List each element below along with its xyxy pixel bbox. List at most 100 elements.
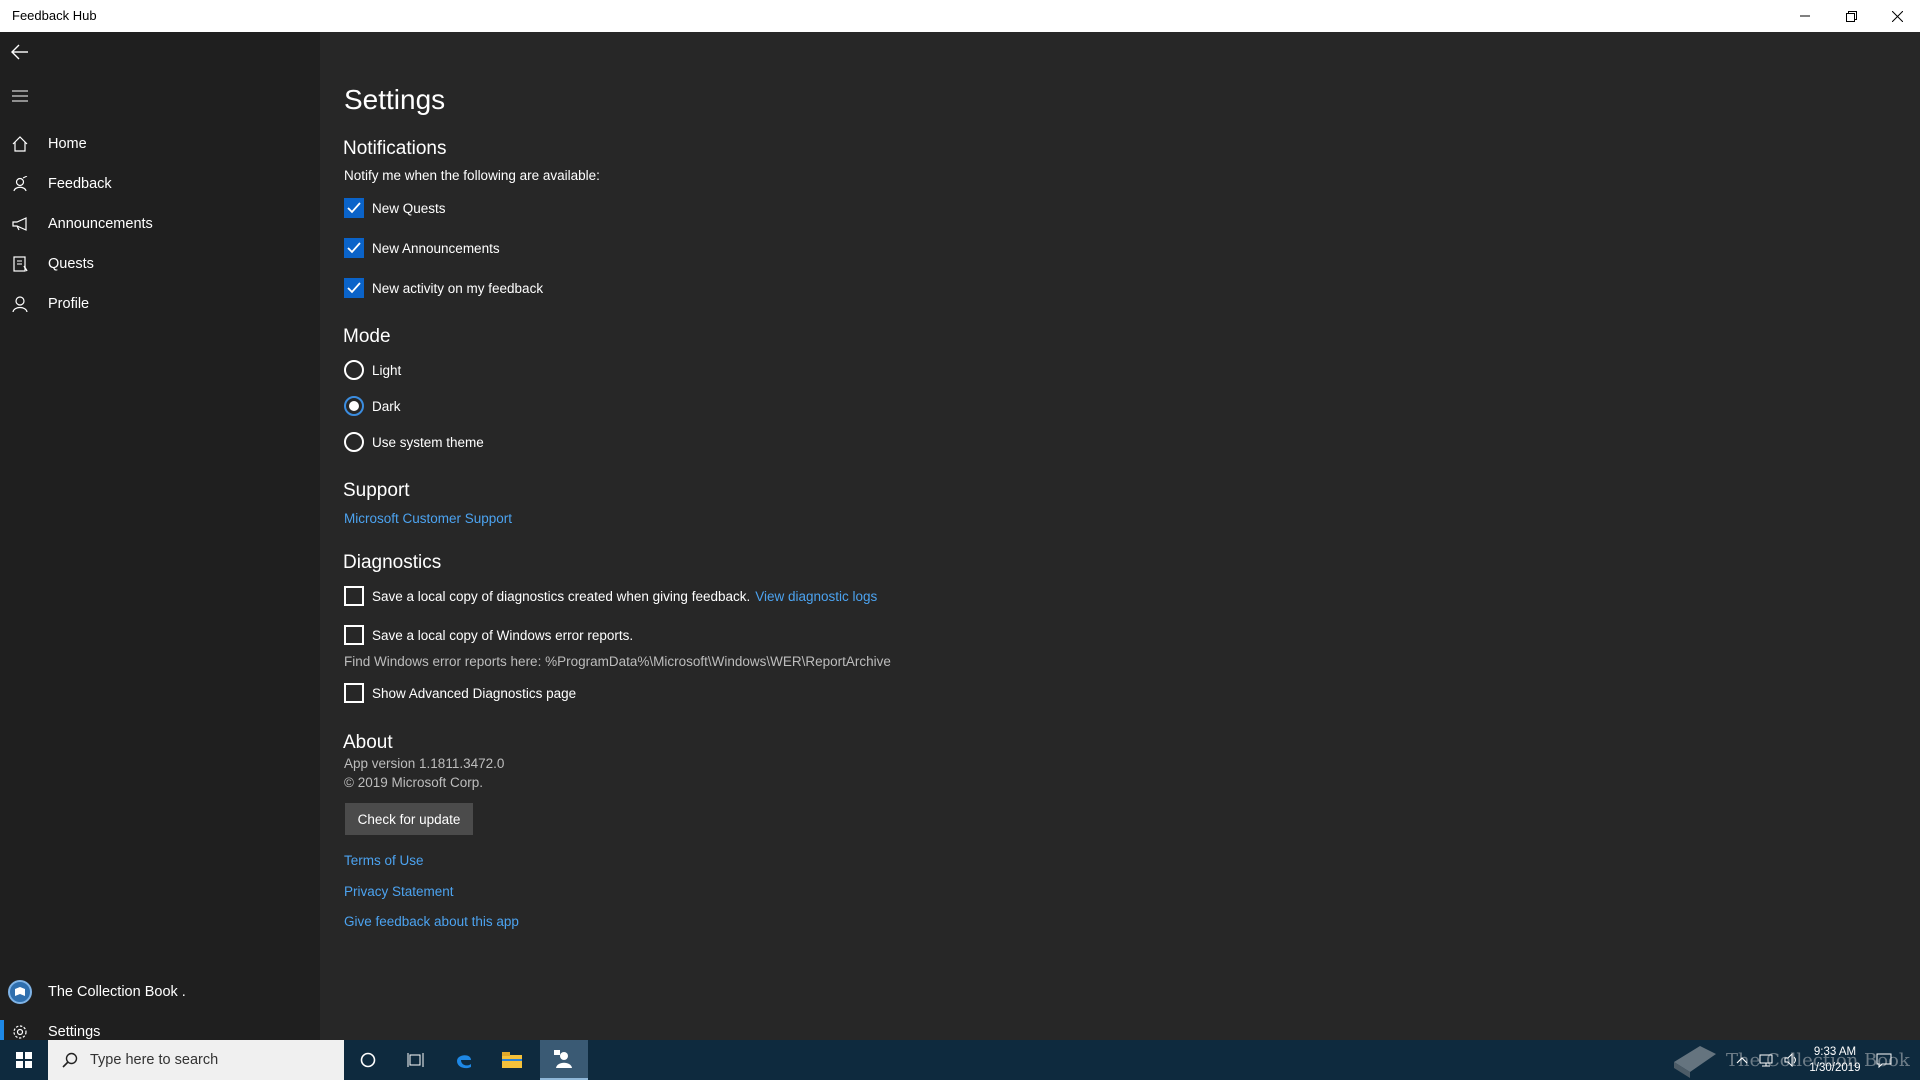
back-arrow-icon bbox=[0, 44, 40, 60]
account-name: The Collection Book . bbox=[48, 984, 186, 1000]
sidebar-item-home[interactable]: Home bbox=[0, 124, 320, 164]
clock-date: 1/30/2019 bbox=[1809, 1062, 1861, 1074]
advanced-diagnostics-checkbox[interactable]: Show Advanced Diagnostics page bbox=[344, 681, 576, 705]
sidebar-item-label: Home bbox=[48, 136, 87, 152]
sidebar-item-label: Quests bbox=[48, 256, 94, 272]
feedback-hub-icon bbox=[554, 1050, 572, 1068]
book-icon bbox=[15, 987, 25, 996]
clock-time: 9:33 AM bbox=[1813, 1046, 1857, 1058]
chevron-up-icon[interactable] bbox=[1736, 1056, 1748, 1064]
taskbar-clock[interactable]: 9:33 AM 1/30/2019 bbox=[1800, 1044, 1870, 1076]
hamburger-icon bbox=[0, 90, 40, 102]
volume-icon[interactable] bbox=[1784, 1053, 1800, 1067]
radio-circle[interactable] bbox=[344, 396, 364, 416]
new-announcements-checkbox[interactable]: New Announcements bbox=[344, 236, 500, 260]
feedback-icon bbox=[0, 176, 40, 192]
app-version: App version 1.1811.3472.0 bbox=[344, 756, 505, 771]
mode-light-radio[interactable]: Light bbox=[344, 358, 401, 382]
search-placeholder: Type here to search bbox=[90, 1052, 219, 1068]
back-button[interactable] bbox=[0, 32, 320, 72]
title-bar: Feedback Hub bbox=[0, 0, 1920, 32]
sidebar-item-profile[interactable]: Profile bbox=[0, 284, 320, 324]
sidebar-item-label: Feedback bbox=[48, 176, 112, 192]
notifications-description: Notify me when the following are availab… bbox=[344, 168, 600, 183]
customer-support-link[interactable]: Microsoft Customer Support bbox=[344, 511, 512, 526]
taskbar-search-box[interactable]: Type here to search bbox=[48, 1040, 344, 1080]
page-title: Settings bbox=[344, 84, 446, 115]
minimize-icon bbox=[1800, 15, 1810, 17]
mode-dark-radio[interactable]: Dark bbox=[344, 394, 401, 418]
window-title: Feedback Hub bbox=[12, 8, 97, 23]
copyright-text: © 2019 Microsoft Corp. bbox=[344, 775, 484, 790]
checkmark-icon bbox=[347, 282, 361, 294]
new-activity-checkbox[interactable]: New activity on my feedback bbox=[344, 276, 543, 300]
radio-circle[interactable] bbox=[344, 432, 364, 452]
mode-system-radio[interactable]: Use system theme bbox=[344, 430, 484, 454]
sidebar-item-label: Profile bbox=[48, 296, 90, 312]
sidebar-item-announcements[interactable]: Announcements bbox=[0, 204, 320, 244]
checkbox-label: New activity on my feedback bbox=[372, 280, 544, 296]
search-icon bbox=[62, 1052, 78, 1068]
cortana-icon bbox=[360, 1052, 376, 1068]
save-wer-checkbox[interactable]: Save a local copy of Windows error repor… bbox=[344, 623, 633, 647]
megaphone-icon bbox=[0, 217, 40, 231]
about-heading: About bbox=[343, 732, 393, 753]
checkbox-box[interactable] bbox=[344, 198, 364, 218]
save-diagnostics-checkbox[interactable]: Save a local copy of diagnostics created… bbox=[344, 584, 877, 608]
file-explorer-button[interactable] bbox=[488, 1040, 536, 1080]
gear-icon bbox=[0, 1024, 40, 1040]
avatar bbox=[8, 980, 32, 1004]
start-button[interactable] bbox=[0, 1040, 48, 1080]
mode-heading: Mode bbox=[343, 326, 391, 347]
checkmark-icon bbox=[347, 242, 361, 254]
diagnostics-heading: Diagnostics bbox=[343, 552, 442, 573]
close-icon bbox=[1891, 10, 1903, 22]
check-for-update-button[interactable]: Check for update bbox=[345, 803, 473, 835]
cortana-button[interactable] bbox=[344, 1040, 392, 1080]
radio-dot bbox=[349, 401, 359, 411]
person-icon bbox=[0, 296, 40, 312]
radio-label: Use system theme bbox=[372, 434, 484, 450]
radio-label: Light bbox=[372, 362, 402, 378]
view-diagnostic-logs-link[interactable]: View diagnostic logs bbox=[755, 589, 877, 604]
sidebar: Home Feedback Announcements Quests Profi… bbox=[0, 32, 320, 1044]
windows-logo-icon bbox=[16, 1052, 32, 1068]
checkbox-box[interactable] bbox=[344, 625, 364, 645]
home-icon bbox=[0, 136, 40, 152]
system-tray bbox=[1736, 1040, 1800, 1080]
sidebar-item-account[interactable]: The Collection Book . bbox=[0, 972, 320, 1012]
sidebar-item-label: Announcements bbox=[48, 216, 153, 232]
sidebar-item-quests[interactable]: Quests bbox=[0, 244, 320, 284]
checkbox-label: Save a local copy of Windows error repor… bbox=[372, 627, 634, 643]
checkbox-label: New Quests bbox=[372, 200, 446, 216]
feedback-hub-taskbar-button[interactable] bbox=[540, 1040, 588, 1080]
task-view-button[interactable] bbox=[392, 1040, 440, 1080]
sidebar-item-feedback[interactable]: Feedback bbox=[0, 164, 320, 204]
network-icon[interactable] bbox=[1758, 1053, 1774, 1067]
close-button[interactable] bbox=[1874, 0, 1920, 32]
checkbox-box[interactable] bbox=[344, 683, 364, 703]
checkbox-label: Save a local copy of diagnostics created… bbox=[372, 588, 751, 604]
checkbox-box[interactable] bbox=[344, 238, 364, 258]
edge-taskbar-button[interactable] bbox=[440, 1040, 488, 1080]
checkbox-box[interactable] bbox=[344, 586, 364, 606]
give-feedback-link[interactable]: Give feedback about this app bbox=[344, 914, 519, 929]
action-center-button[interactable] bbox=[1864, 1040, 1904, 1080]
support-heading: Support bbox=[343, 480, 410, 501]
hamburger-menu-button[interactable] bbox=[0, 76, 320, 116]
checkmark-icon bbox=[347, 202, 361, 214]
minimize-button[interactable] bbox=[1782, 0, 1828, 32]
checkbox-label: New Announcements bbox=[372, 240, 500, 256]
settings-page: Settings Notifications Notify me when th… bbox=[320, 32, 1920, 1040]
taskbar: Type here to search The Collection Book … bbox=[0, 1040, 1920, 1080]
new-quests-checkbox[interactable]: New Quests bbox=[344, 196, 446, 220]
restore-icon bbox=[1845, 10, 1857, 22]
sidebar-item-label: Settings bbox=[48, 1024, 101, 1040]
radio-circle[interactable] bbox=[344, 360, 364, 380]
task-view-icon bbox=[407, 1053, 424, 1067]
terms-of-use-link[interactable]: Terms of Use bbox=[344, 853, 424, 868]
privacy-statement-link[interactable]: Privacy Statement bbox=[344, 884, 454, 899]
quests-icon bbox=[0, 256, 40, 272]
checkbox-box[interactable] bbox=[344, 278, 364, 298]
restore-button[interactable] bbox=[1828, 0, 1874, 32]
